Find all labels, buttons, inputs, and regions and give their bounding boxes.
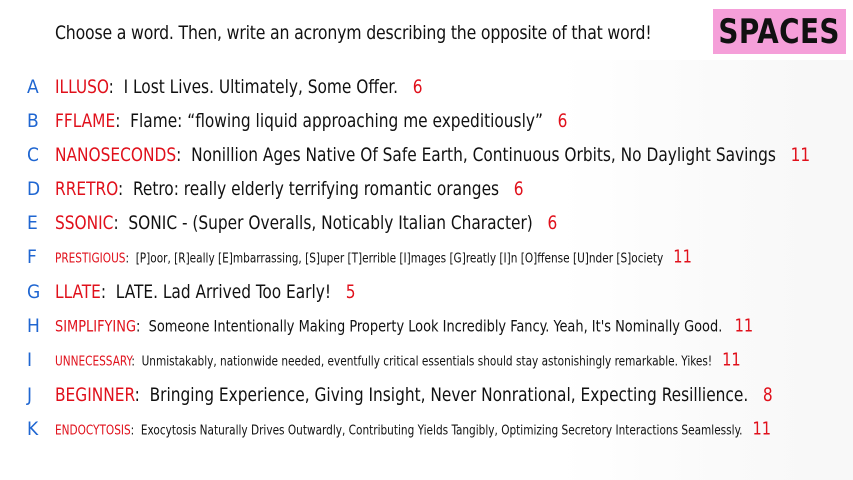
entry-word: ENDOCYTOSIS	[55, 423, 131, 439]
entry-row-b: B FFLAME: Flame: “flowing liquid approac…	[0, 107, 853, 135]
entry-score: 11	[734, 315, 754, 337]
entry-letter: D	[27, 178, 41, 200]
entry-word: NANOSECONDS	[55, 144, 177, 166]
entry-acronym: [P]oor, [R]eally [E]mbarrassing, [S]uper…	[135, 251, 664, 267]
entry-line: PRESTIGIOUS: [P]oor, [R]eally [E]mbarras…	[55, 246, 692, 268]
entry-score: 11	[673, 246, 692, 268]
entry-line: SSONIC: SONIC - (Super Overalls, Noticab…	[55, 212, 558, 234]
entry-letter: F	[27, 246, 37, 268]
entry-word: SSONIC	[55, 212, 114, 234]
spaces-logo: SPACES	[713, 9, 846, 54]
entry-row-d: D RRETRO: Retro: really elderly terrifyi…	[0, 175, 853, 203]
entry-row-i: I UNNECESSARY: Unmistakably, nationwide …	[0, 346, 853, 374]
logo-text: SPACES	[718, 11, 841, 52]
entry-letter: J	[27, 384, 33, 406]
entry-row-c: C NANOSECONDS: Nonillion Ages Native Of …	[0, 141, 853, 169]
entry-acronym: Flame: “flowing liquid approaching me ex…	[130, 110, 543, 132]
entry-line: BEGINNER: Bringing Experience, Giving In…	[55, 384, 773, 406]
entry-acronym: LATE. Lad Arrived Too Early!	[115, 281, 332, 303]
entry-letter: B	[27, 110, 39, 132]
entry-acronym: Exocytosis Naturally Drives Outwardly, C…	[140, 423, 743, 439]
entry-score: 5	[345, 281, 356, 303]
entry-row-j: J BEGINNER: Bringing Experience, Giving …	[0, 381, 853, 409]
entry-score: 11	[722, 349, 741, 371]
entry-letter: H	[27, 315, 40, 337]
entry-row-a: A ILLUSO: I Lost Lives. Ultimately, Some…	[0, 73, 853, 101]
entry-score: 11	[752, 418, 772, 440]
entry-row-g: G LLATE: LATE. Lad Arrived Too Early! 5	[0, 278, 853, 306]
entry-line: SIMPLIFYING: Someone Intentionally Makin…	[55, 315, 754, 337]
instruction-text: Choose a word. Then, write an acronym de…	[55, 22, 652, 44]
entry-letter: A	[27, 76, 39, 98]
entry-word: RRETRO	[55, 178, 118, 200]
entry-acronym: Bringing Experience, Giving Insight, Nev…	[149, 384, 749, 406]
entry-word: FFLAME	[55, 110, 116, 132]
entry-acronym: I Lost Lives. Ultimately, Some Offer.	[123, 76, 399, 98]
entry-word: ILLUSO	[55, 76, 109, 98]
entry-letter: G	[27, 281, 41, 303]
entry-letter: C	[27, 144, 39, 166]
entry-row-f: F PRESTIGIOUS: [P]oor, [R]eally [E]mbarr…	[0, 243, 853, 271]
entry-row-k: K ENDOCYTOSIS: Exocytosis Naturally Driv…	[0, 415, 853, 443]
entry-letter: E	[27, 212, 38, 234]
entry-score: 6	[513, 178, 524, 200]
entry-word: BEGINNER	[55, 384, 135, 406]
entry-word: SIMPLIFYING	[55, 316, 136, 336]
entry-score: 6	[547, 212, 558, 234]
entry-line: ENDOCYTOSIS: Exocytosis Naturally Drives…	[55, 418, 772, 440]
entry-line: LLATE: LATE. Lad Arrived Too Early! 5	[55, 281, 356, 303]
entry-row-e: E SSONIC: SONIC - (Super Overalls, Notic…	[0, 209, 853, 237]
entry-line: UNNECESSARY: Unmistakably, nationwide ne…	[55, 349, 741, 371]
entry-letter: K	[27, 418, 39, 440]
entry-row-h: H SIMPLIFYING: Someone Intentionally Mak…	[0, 312, 853, 340]
entry-line: NANOSECONDS: Nonillion Ages Native Of Sa…	[55, 144, 811, 166]
entry-line: RRETRO: Retro: really elderly terrifying…	[55, 178, 524, 200]
entry-word: PRESTIGIOUS	[55, 251, 126, 267]
entry-acronym: SONIC - (Super Overalls, Noticably Itali…	[128, 212, 533, 234]
entry-score: 11	[790, 144, 811, 166]
entry-acronym: Nonillion Ages Native Of Safe Earth, Con…	[191, 144, 776, 166]
entry-acronym: Unmistakably, nationwide needed, eventfu…	[141, 354, 713, 370]
entry-acronym: Retro: really elderly terrifying romanti…	[132, 178, 500, 200]
entry-score: 6	[412, 76, 423, 98]
entry-word: LLATE	[55, 281, 101, 303]
entry-line: FFLAME: Flame: “flowing liquid approachi…	[55, 110, 568, 132]
entry-score: 8	[762, 384, 773, 406]
entry-word: UNNECESSARY	[55, 354, 132, 370]
entry-line: ILLUSO: I Lost Lives. Ultimately, Some O…	[55, 76, 423, 98]
entry-acronym: Someone Intentionally Making Property Lo…	[148, 316, 723, 336]
entry-letter: I	[27, 349, 33, 371]
entry-score: 6	[557, 110, 568, 132]
